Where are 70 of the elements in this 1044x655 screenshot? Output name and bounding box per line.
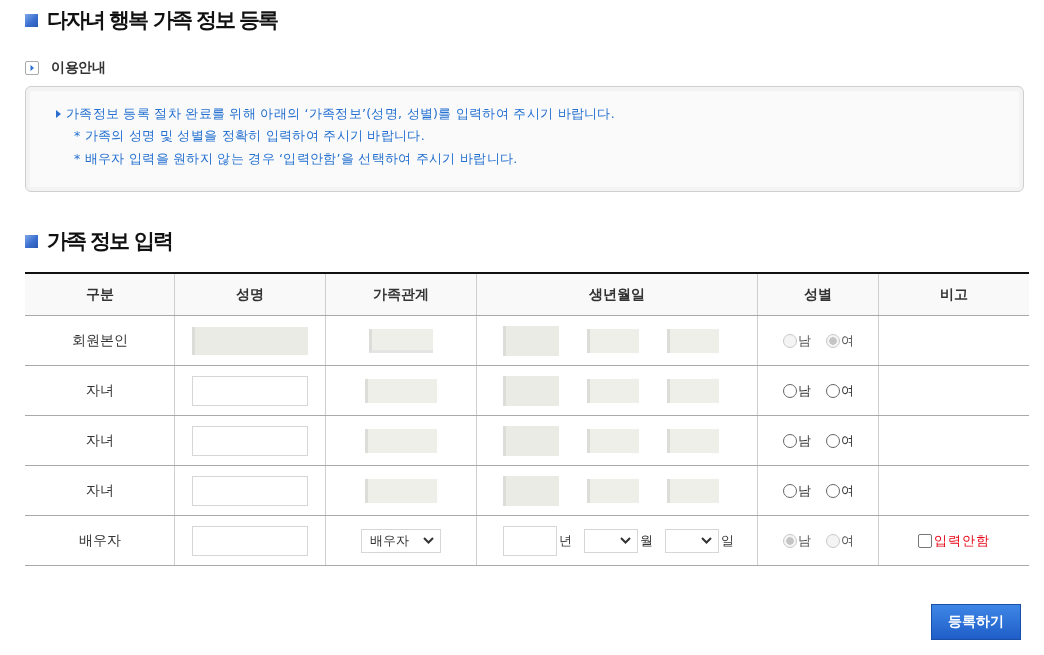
column-header: 가족관계 (373, 285, 429, 302)
redacted-field (365, 478, 437, 503)
redacted-field (369, 328, 433, 353)
redacted-field (587, 378, 639, 403)
radio-label: 여 (840, 381, 854, 400)
column-header: 비고 (940, 285, 968, 302)
page-title: 다자녀 행복 가족 정보 등록 (47, 9, 278, 31)
radio-label: 여 (840, 431, 854, 450)
radio-button[interactable] (825, 383, 840, 398)
chevron-down-icon (423, 537, 434, 544)
guide-text: * 배우자 입력을 원하지 않는 경우 ‘입력안함’을 선택하여 주시기 바랍니다. (74, 150, 518, 168)
redacted-field (667, 428, 719, 453)
row-label: 자녀 (85, 381, 114, 398)
radio-label: 여 (840, 331, 854, 350)
row-label: 자녀 (85, 481, 114, 498)
radio-label: 남 (797, 331, 811, 350)
name-input[interactable] (192, 525, 308, 556)
column-header: 성명 (236, 285, 264, 302)
redacted-field (503, 375, 559, 406)
checkbox-label: 입력안함 (934, 531, 990, 550)
relation-select[interactable]: 배우자 (361, 528, 441, 553)
radio-label: 여 (840, 481, 854, 500)
row-label: 배우자 (78, 531, 121, 548)
chevron-down-icon (620, 537, 631, 544)
unit-label: 일 (721, 531, 734, 550)
radio-label: 남 (797, 481, 811, 500)
radio-button[interactable] (825, 483, 840, 498)
day-select[interactable] (665, 528, 719, 553)
radio-label: 여 (840, 531, 854, 550)
row-label: 자녀 (85, 431, 114, 448)
name-input[interactable] (192, 475, 308, 506)
radio-label: 남 (797, 531, 811, 550)
triangle-bullet-icon (56, 110, 61, 119)
radio-button[interactable] (825, 433, 840, 448)
guide-text: 가족정보 등록 절차 완료를 위해 아래의 ‘가족정보’(성명, 성별)를 입력하여 주시기 바랍니다. (66, 105, 615, 123)
guide-heading: 이용안내 (51, 59, 105, 77)
column-header: 구분 (85, 285, 114, 302)
play-bullet-icon (25, 61, 39, 75)
redacted-field (503, 425, 559, 456)
checkbox[interactable] (918, 533, 932, 548)
section-title: 가족 정보 입력 (47, 230, 172, 252)
redacted-field (667, 328, 719, 353)
square-bullet-icon (25, 234, 38, 248)
month-select[interactable] (584, 528, 638, 553)
unit-label: 월 (640, 531, 653, 550)
square-bullet-icon (25, 13, 38, 27)
unit-label: 년 (559, 531, 572, 550)
redacted-field (587, 328, 639, 353)
name-input[interactable] (192, 375, 308, 406)
chevron-down-icon (701, 537, 712, 544)
radio-button[interactable] (782, 383, 797, 398)
name-input[interactable] (192, 425, 308, 456)
redacted-field (365, 428, 437, 453)
row-label: 회원본인 (71, 331, 128, 348)
redacted-field (587, 428, 639, 453)
radio-button[interactable] (782, 433, 797, 448)
column-header: 성별 (804, 285, 832, 302)
submit-button[interactable]: 등록하기 (931, 604, 1021, 640)
radio-label: 남 (797, 431, 811, 450)
guide-text: * 가족의 성명 및 성별을 정확히 입력하여 주시기 바랍니다. (74, 128, 425, 146)
redacted-field (667, 378, 719, 403)
year-input[interactable] (503, 525, 557, 556)
redacted-field (667, 478, 719, 503)
redacted-field (587, 478, 639, 503)
redacted-field (503, 325, 559, 356)
radio-button[interactable] (782, 483, 797, 498)
radio-label: 남 (797, 381, 811, 400)
column-header: 생년월일 (589, 285, 645, 302)
redacted-field (503, 475, 559, 506)
redacted-field (365, 378, 437, 403)
